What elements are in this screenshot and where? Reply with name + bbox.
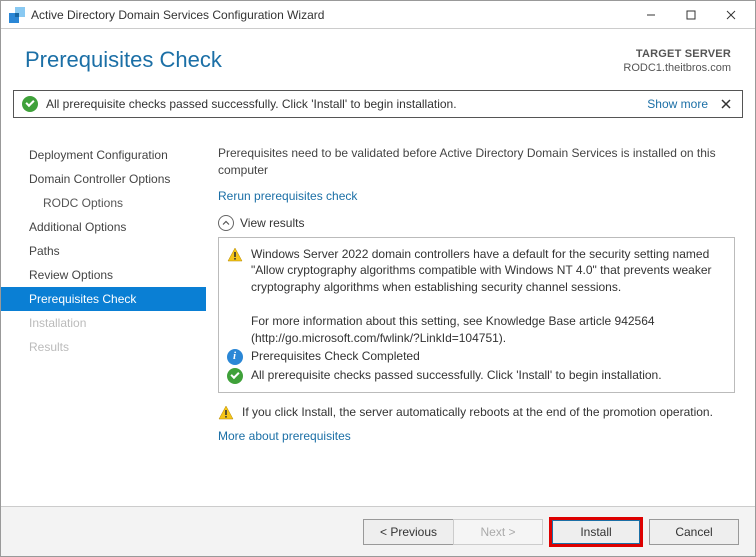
nav-button-group: < Previous Next > (363, 519, 543, 545)
maximize-button[interactable] (671, 1, 711, 29)
dismiss-notice-button[interactable] (718, 96, 734, 112)
chevron-up-icon (218, 215, 234, 231)
result-row-success: All prerequisite checks passed successfu… (227, 367, 724, 384)
nav-item-results: Results (1, 335, 206, 359)
nav-item-additional-options[interactable]: Additional Options (1, 215, 206, 239)
window-controls (631, 1, 751, 29)
install-button[interactable]: Install (551, 519, 641, 545)
intro-text: Prerequisites need to be validated befor… (218, 145, 735, 179)
rerun-prerequisites-link[interactable]: Rerun prerequisites check (218, 189, 357, 203)
view-results-toggle[interactable]: View results (218, 215, 735, 231)
nav-item-review-options[interactable]: Review Options (1, 263, 206, 287)
footer: < Previous Next > Install Cancel (1, 506, 755, 556)
target-server-block: TARGET SERVER RODC1.theitbros.com (623, 47, 731, 76)
notice-text: All prerequisite checks passed successfu… (46, 97, 647, 111)
nav-item-rodc-options[interactable]: RODC Options (1, 191, 206, 215)
result-text: Windows Server 2022 domain controllers h… (251, 246, 724, 347)
minimize-button[interactable] (631, 1, 671, 29)
result-row-warning: Windows Server 2022 domain controllers h… (227, 246, 724, 347)
window-title: Active Directory Domain Services Configu… (31, 8, 631, 22)
nav-sidebar: Deployment Configuration Domain Controll… (1, 137, 206, 506)
more-about-prerequisites-link[interactable]: More about prerequisites (218, 429, 351, 443)
result-text: All prerequisite checks passed successfu… (251, 367, 724, 384)
nav-item-deployment-configuration[interactable]: Deployment Configuration (1, 143, 206, 167)
show-more-link[interactable]: Show more (647, 97, 708, 111)
target-server-label: TARGET SERVER (623, 47, 731, 61)
warning-icon (227, 247, 243, 263)
success-icon (227, 368, 243, 384)
previous-button[interactable]: < Previous (363, 519, 453, 545)
nav-item-paths[interactable]: Paths (1, 239, 206, 263)
result-row-info: Prerequisites Check Completed (227, 348, 724, 365)
view-results-label: View results (240, 216, 304, 230)
result-text: Prerequisites Check Completed (251, 348, 724, 365)
header: Prerequisites Check TARGET SERVER RODC1.… (1, 29, 755, 90)
results-box[interactable]: Windows Server 2022 domain controllers h… (218, 237, 735, 393)
cancel-button[interactable]: Cancel (649, 519, 739, 545)
page-title: Prerequisites Check (25, 47, 623, 76)
titlebar: Active Directory Domain Services Configu… (1, 1, 755, 29)
info-icon (227, 349, 243, 365)
reboot-warning-text: If you click Install, the server automat… (242, 405, 713, 419)
success-icon (22, 96, 38, 112)
body: Deployment Configuration Domain Controll… (1, 137, 755, 506)
reboot-warning: If you click Install, the server automat… (218, 405, 735, 421)
nav-item-installation: Installation (1, 311, 206, 335)
notice-bar: All prerequisite checks passed successfu… (13, 90, 743, 118)
main-content: Prerequisites need to be validated befor… (206, 137, 755, 506)
nav-item-prerequisites-check[interactable]: Prerequisites Check (1, 287, 206, 311)
warning-icon (218, 405, 234, 421)
next-button: Next > (453, 519, 543, 545)
target-server-name: RODC1.theitbros.com (623, 61, 731, 75)
nav-item-domain-controller-options[interactable]: Domain Controller Options (1, 167, 206, 191)
app-icon (9, 7, 25, 23)
close-button[interactable] (711, 1, 751, 29)
